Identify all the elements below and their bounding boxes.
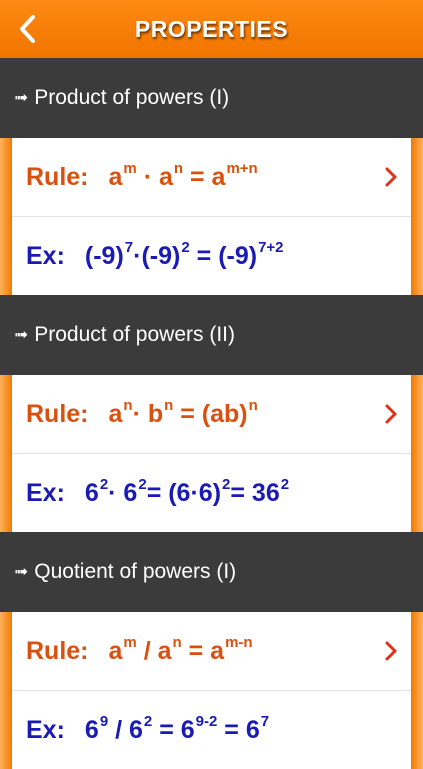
section-title: Product of powers (II) <box>34 323 235 346</box>
card-right-stripe <box>411 138 423 295</box>
rule-row[interactable]: Rule: am / an = am-n <box>12 612 411 691</box>
rule-row[interactable]: Rule: am · an = am+n <box>12 138 411 217</box>
back-button[interactable] <box>12 12 42 46</box>
example-label: Ex: <box>26 715 65 744</box>
property-card: Rule: am / an = am-n Ex: 69 / 62 = 69-2 … <box>0 612 423 769</box>
rule-label: Rule: <box>26 636 89 665</box>
example-row: Ex: 69 / 62 = 69-2 = 67 <box>12 691 411 769</box>
chevron-right-icon[interactable] <box>383 637 401 665</box>
card-left-stripe <box>0 612 12 769</box>
card-right-stripe <box>411 612 423 769</box>
card-right-stripe <box>411 375 423 532</box>
example-label: Ex: <box>26 478 65 507</box>
example-row: Ex: (-9)7·(-9)2 = (-9)7+2 <box>12 217 411 295</box>
right-arrow-icon: ➟ <box>14 325 29 344</box>
right-arrow-icon: ➟ <box>14 88 29 107</box>
rule-row[interactable]: Rule: an· bn = (ab)n <box>12 375 411 454</box>
property-card: Rule: an· bn = (ab)n Ex: 62· 62= (6·6)2=… <box>0 375 423 532</box>
section-title: Quotient of powers (I) <box>34 560 237 583</box>
chevron-left-icon <box>20 15 35 43</box>
rule-formula: am · an = am+n <box>108 159 258 191</box>
rule-formula: am / an = am-n <box>108 633 253 665</box>
card-left-stripe <box>0 138 12 295</box>
example-formula: 69 / 62 = 69-2 = 67 <box>84 712 270 744</box>
rule-formula: an· bn = (ab)n <box>108 396 258 428</box>
right-arrow-icon: ➟ <box>14 562 29 581</box>
section-header-product-of-powers-2: ➟ Product of powers (II) <box>0 295 423 375</box>
chevron-right-icon[interactable] <box>383 163 401 191</box>
property-card: Rule: am · an = am+n Ex: (-9)7·(-9)2 = (… <box>0 138 423 295</box>
example-row: Ex: 62· 62= (6·6)2= 362 <box>12 454 411 532</box>
rule-label: Rule: <box>26 162 89 191</box>
chevron-right-icon[interactable] <box>383 400 401 428</box>
card-left-stripe <box>0 375 12 532</box>
example-label: Ex: <box>26 241 65 270</box>
example-formula: 62· 62= (6·6)2= 362 <box>84 475 290 507</box>
section-title: Product of powers (I) <box>34 86 230 109</box>
section-header-quotient-of-powers-1: ➟ Quotient of powers (I) <box>0 532 423 612</box>
example-formula: (-9)7·(-9)2 = (-9)7+2 <box>84 238 284 270</box>
page-title: PROPERTIES <box>134 15 289 42</box>
section-header-product-of-powers-1: ➟ Product of powers (I) <box>0 58 423 138</box>
navigation-bar: PROPERTIES <box>0 0 423 58</box>
rule-label: Rule: <box>26 399 89 428</box>
